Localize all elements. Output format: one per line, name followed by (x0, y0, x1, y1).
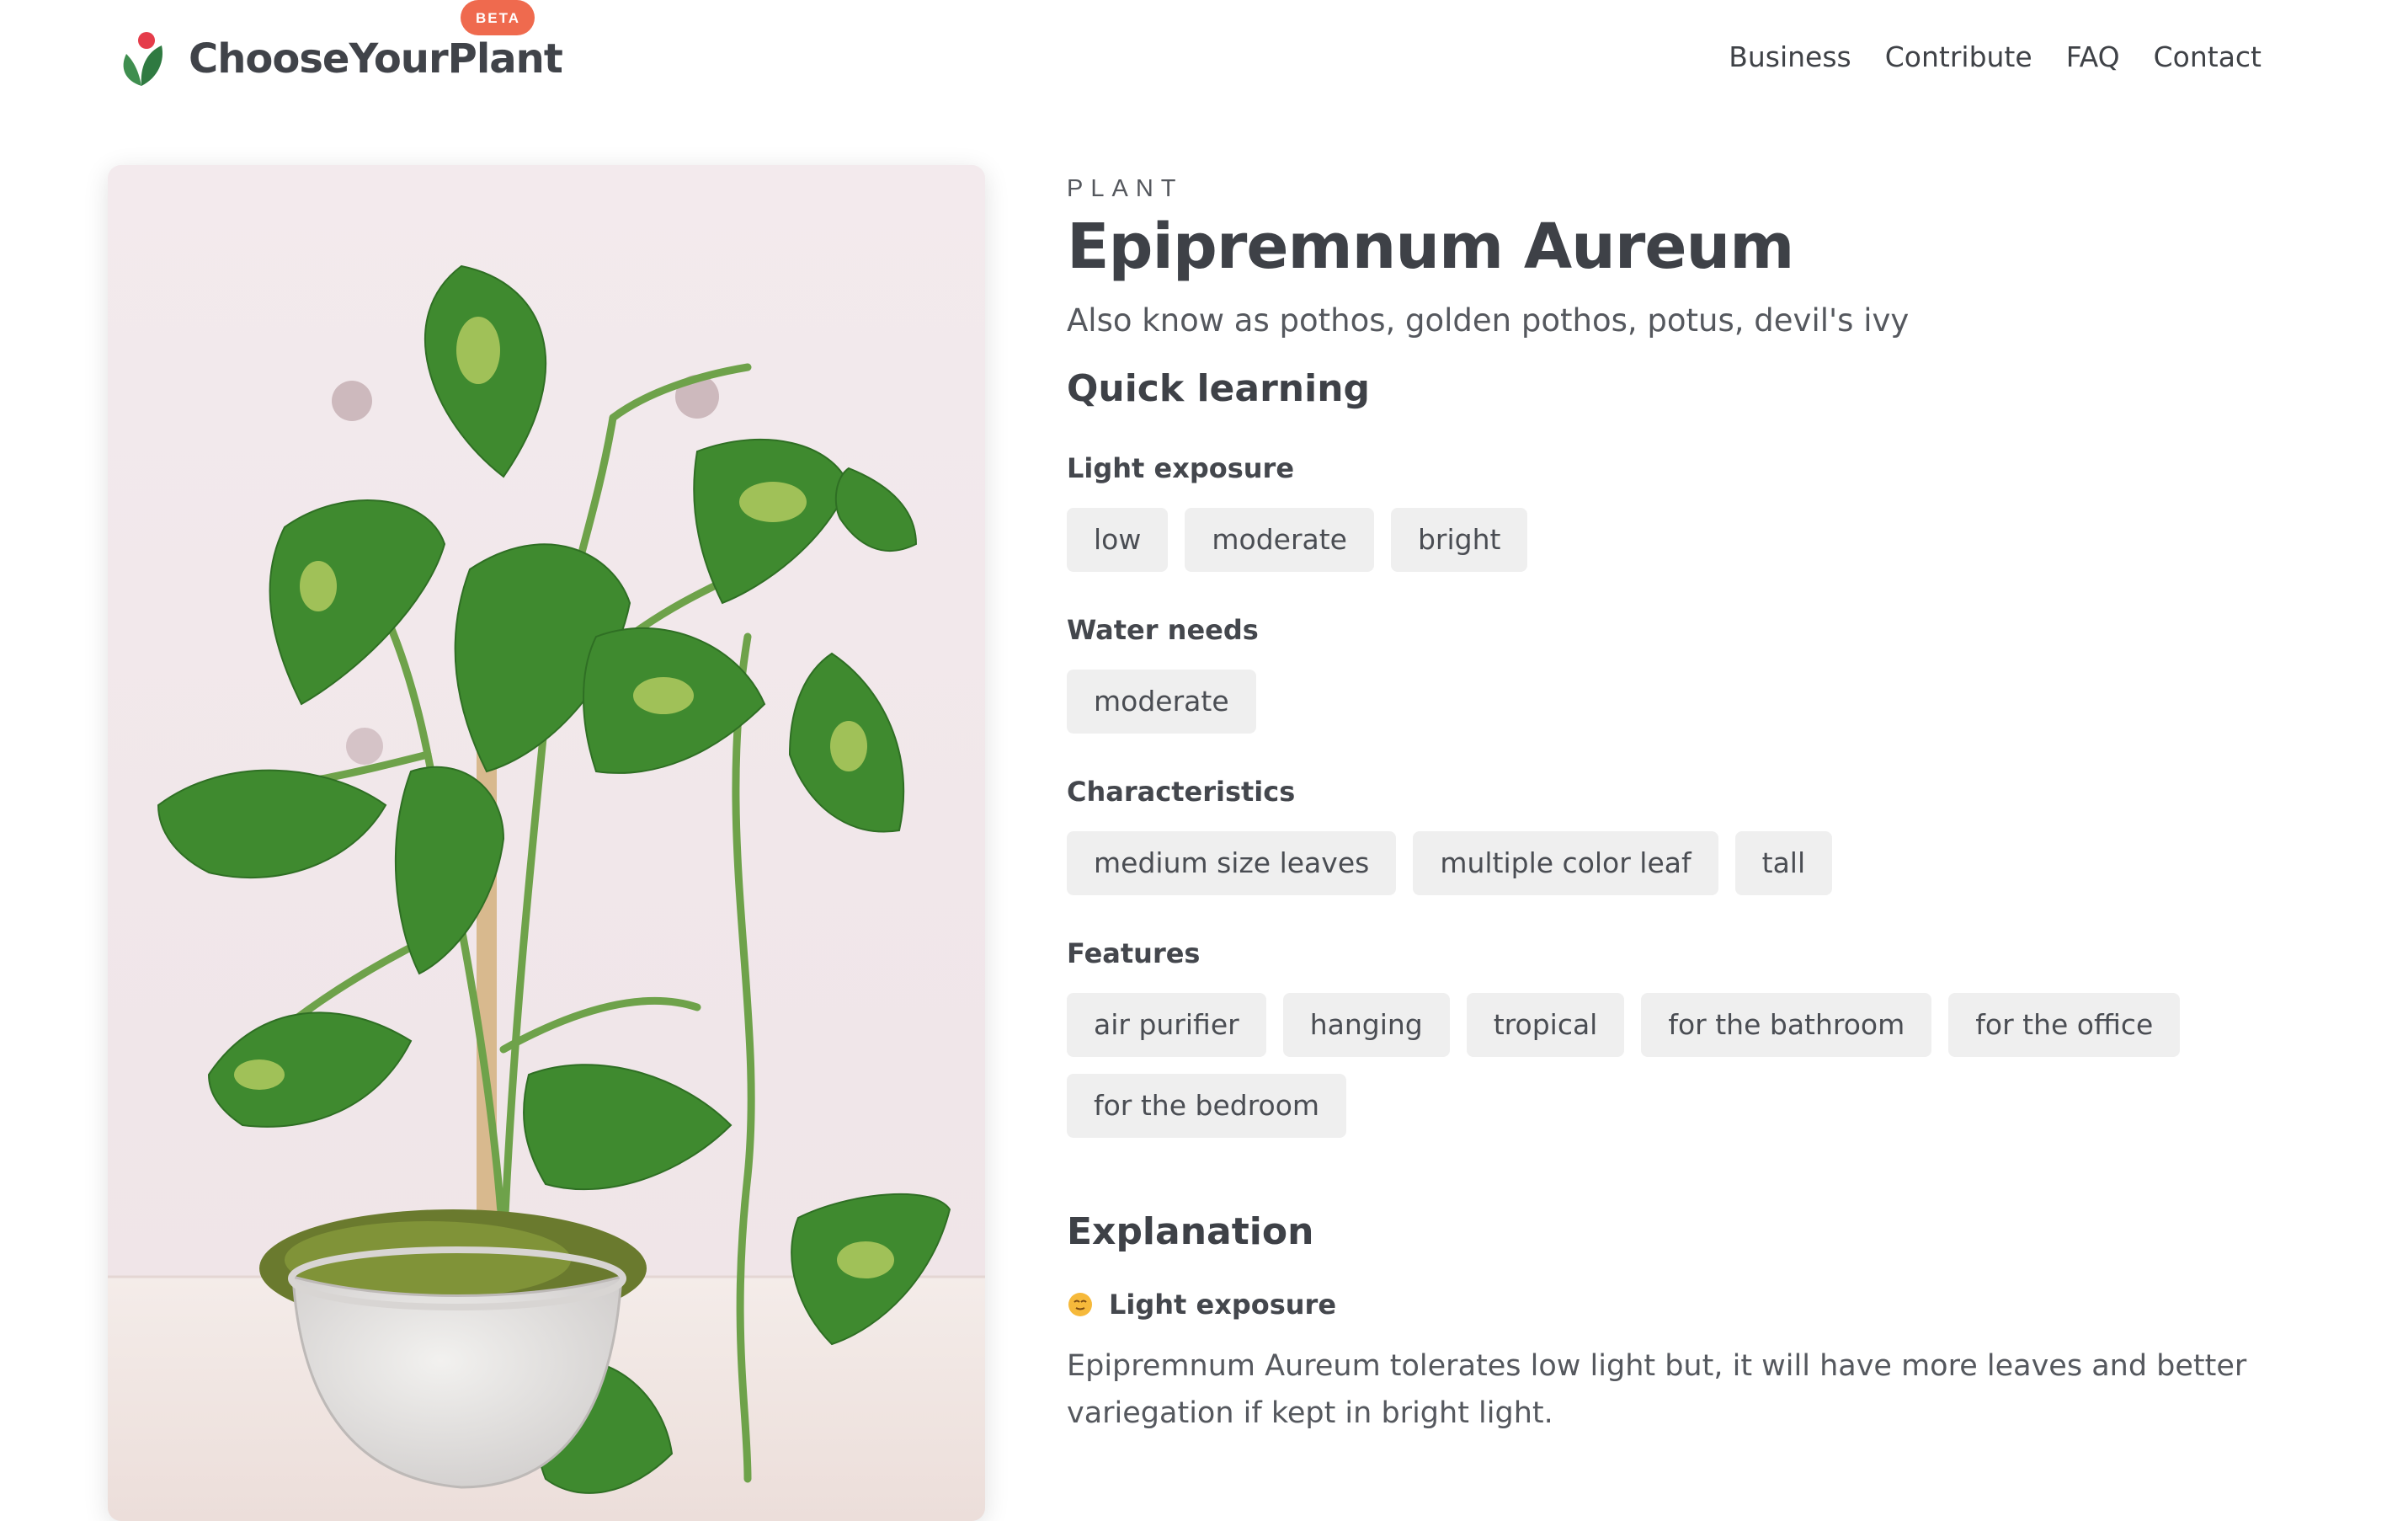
tag-for-the-office[interactable]: for the office (1948, 992, 2181, 1057)
brand-name: ChooseYourPlant (189, 35, 563, 83)
nav-contact[interactable]: Contact (2154, 40, 2261, 73)
quick-learning-title: Quick learning (1067, 366, 1371, 410)
site-header: ChooseYourPlant BETA Business Contribute… (0, 0, 2408, 118)
tag-list: air purifier hanging tropical for the ba… (1067, 992, 2296, 1138)
section-kicker: PLANT (1067, 175, 1184, 202)
group-label: Features (1067, 937, 1201, 969)
tag-multiple-color-leaf[interactable]: multiple color leaf (1413, 830, 1718, 895)
tag-tall[interactable]: tall (1734, 830, 1833, 895)
group-light-exposure: Light exposure low moderate bright (1067, 452, 2296, 572)
tag-list: moderate (1067, 669, 2296, 734)
brand[interactable]: ChooseYourPlant (118, 25, 563, 93)
tag-moderate[interactable]: moderate (1185, 507, 1374, 572)
group-label: Characteristics (1067, 775, 1296, 808)
tag-moderate[interactable]: moderate (1067, 669, 1256, 734)
explanation-title: Explanation (1067, 1209, 1314, 1253)
group-features: Features air purifier hanging tropical f… (1067, 937, 2296, 1138)
tag-medium-size-leaves[interactable]: medium size leaves (1067, 830, 1397, 895)
explanation-item-text: Epipremnum Aureum tolerates low light bu… (1067, 1348, 2247, 1430)
explanation-item: Light exposure (1067, 1289, 2296, 1321)
tag-low[interactable]: low (1067, 507, 1169, 572)
sun-face-icon (1068, 1292, 1092, 1316)
tag-bright[interactable]: bright (1390, 507, 1528, 572)
tag-for-the-bathroom[interactable]: for the bathroom (1641, 992, 1932, 1057)
main-nav: Business Contribute FAQ Contact (1729, 40, 2261, 73)
group-water-needs: Water needs moderate (1067, 614, 2296, 734)
nav-contribute[interactable]: Contribute (1885, 40, 2032, 73)
plant-aka: Also know as pothos, golden pothos, potu… (1067, 302, 1910, 339)
plant-photo (108, 165, 985, 1521)
group-label: Light exposure (1067, 451, 1295, 484)
tag-hanging[interactable]: hanging (1282, 992, 1450, 1057)
tag-list: low moderate bright (1067, 507, 2296, 572)
nav-business[interactable]: Business (1729, 40, 1851, 73)
tag-tropical[interactable]: tropical (1466, 992, 1625, 1057)
group-characteristics: Characteristics medium size leaves multi… (1067, 776, 2296, 895)
beta-badge: BETA (461, 0, 535, 35)
plant-details: PLANT Epipremnum Aureum Also know as pot… (1067, 177, 2296, 1437)
explanation-item-label: Light exposure (1109, 1288, 1337, 1321)
tag-for-the-bedroom[interactable]: for the bedroom (1067, 1073, 1347, 1138)
plant-name: Epipremnum Aureum (1067, 211, 1794, 283)
logo-leaf-icon (123, 32, 162, 86)
tag-air-purifier[interactable]: air purifier (1067, 992, 1266, 1057)
group-label: Water needs (1067, 613, 1259, 646)
tag-list: medium size leaves multiple color leaf t… (1067, 830, 2296, 895)
nav-faq[interactable]: FAQ (2066, 40, 2120, 73)
